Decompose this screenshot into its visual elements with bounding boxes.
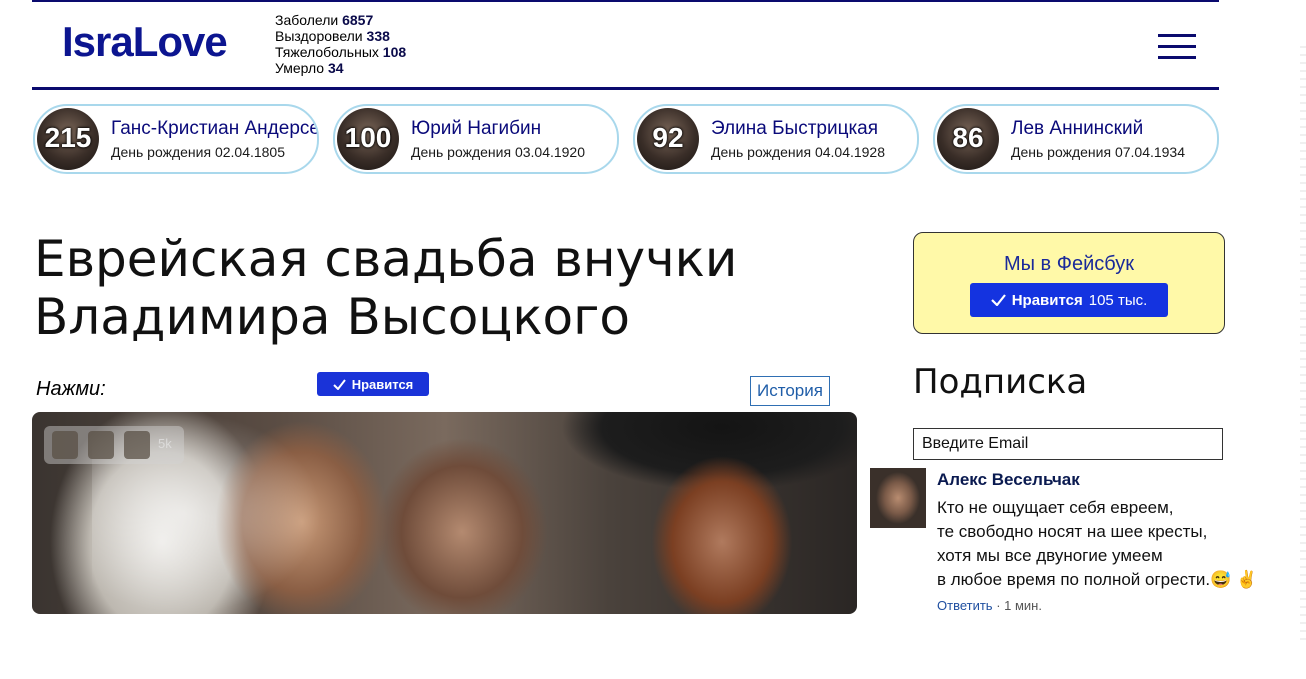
- history-button[interactable]: История: [750, 376, 830, 406]
- header-top-rule: [32, 0, 1219, 2]
- birth-date: День рождения 02.04.1805: [111, 144, 286, 160]
- email-input[interactable]: [913, 428, 1223, 460]
- share-count: 5k: [158, 436, 172, 451]
- comment-text: Кто не ощущает себя евреем, те свободно …: [937, 498, 1258, 589]
- share-vk-icon[interactable]: [124, 431, 150, 459]
- facebook-like-count: 105 тыс.: [1088, 291, 1148, 309]
- article-photo: 5k: [32, 412, 857, 614]
- check-icon: [333, 378, 346, 390]
- check-icon: [990, 294, 1006, 306]
- reply-link[interactable]: Ответить: [937, 598, 993, 613]
- birthday-card-nagibin[interactable]: 100 Юрий Нагибин День рождения 03.04.192…: [333, 104, 619, 174]
- facebook-like-label: Нравится: [1011, 291, 1083, 309]
- article-title: Еврейская свадьба внучки Владимира Высоц…: [34, 230, 738, 346]
- birthday-card-andersen[interactable]: 215 Ганс-Кристиан Андерсен День рождения…: [33, 104, 319, 174]
- subscribe-heading: Подписка: [913, 362, 1088, 402]
- like-button[interactable]: Нравится: [317, 372, 429, 396]
- hamburger-icon[interactable]: [1156, 32, 1196, 62]
- comment-author[interactable]: Алекс Весельчак: [937, 470, 1080, 490]
- birthday-card-bystritskaya[interactable]: 92 Элина Быстрицкая День рождения 04.04.…: [633, 104, 919, 174]
- person-name: Элина Быстрицкая: [711, 118, 879, 139]
- header-bottom-rule: [32, 87, 1219, 90]
- share-ok-icon[interactable]: [88, 431, 114, 459]
- birth-date: День рождения 04.04.1928: [711, 144, 886, 160]
- years-count: 92: [652, 122, 684, 153]
- person-name: Лев Аннинский: [1011, 118, 1144, 139]
- comment-actions: Ответить · 1 мин.: [937, 598, 1042, 613]
- years-count: 215: [44, 122, 92, 153]
- covid-stats: Заболели 6857 Выздоровели 338 Тяжелоболь…: [275, 12, 406, 76]
- stat-sick: Заболели 6857: [275, 12, 374, 28]
- facebook-title: Мы в Фейсбук: [1003, 253, 1135, 275]
- years-count: 100: [344, 122, 392, 153]
- press-label: Нажми:: [36, 378, 106, 400]
- site-logo[interactable]: IsraLove: [62, 18, 228, 66]
- person-name: Юрий Нагибин: [411, 118, 542, 139]
- stat-critical: Тяжелобольных 108: [275, 44, 407, 60]
- commenter-avatar: [870, 468, 926, 528]
- stat-died: Умерло 34: [275, 60, 344, 76]
- birth-date: День рождения 07.04.1934: [1011, 144, 1186, 160]
- facebook-widget: Мы в Фейсбук Нравится 105 тыс.: [913, 232, 1225, 334]
- like-button-label: Нравится: [351, 376, 414, 392]
- share-facebook-icon[interactable]: [52, 431, 78, 459]
- person-name: Ганс-Кристиан Андерсен: [111, 118, 319, 139]
- stat-recovered: Выздоровели 338: [275, 28, 390, 44]
- birth-date: День рождения 03.04.1920: [411, 144, 586, 160]
- years-count: 86: [952, 122, 984, 153]
- birthday-card-anninsky[interactable]: 86 Лев Аннинский День рождения 07.04.193…: [933, 104, 1219, 174]
- comment-time: · 1 мин.: [996, 598, 1042, 613]
- facebook-like-button[interactable]: Нравится 105 тыс.: [970, 283, 1168, 317]
- page-edge: [1300, 40, 1306, 640]
